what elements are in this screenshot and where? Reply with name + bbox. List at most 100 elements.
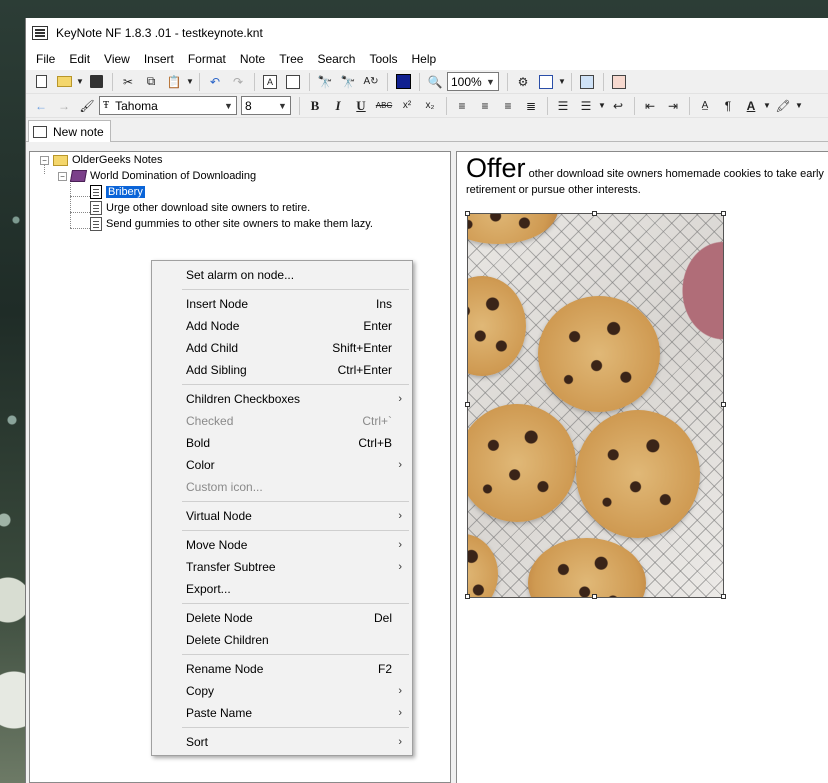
tab-new-note[interactable]: New note: [28, 120, 111, 142]
replace-icon[interactable]: A↻: [360, 72, 382, 92]
font-size-select[interactable]: 8 ▼: [241, 96, 291, 115]
menu-item-export[interactable]: Export...: [152, 578, 412, 600]
resize-handle[interactable]: [592, 211, 597, 216]
menu-item-add-node[interactable]: Add Node Enter: [152, 315, 412, 337]
menu-view[interactable]: View: [97, 52, 137, 66]
resize-handle[interactable]: [465, 594, 470, 599]
resize-handle[interactable]: [465, 402, 470, 407]
note-editor[interactable]: Offer other download site owners homemad…: [456, 151, 828, 783]
image-view-icon[interactable]: [576, 72, 598, 92]
menu-item-rename-node[interactable]: Rename Node F2: [152, 658, 412, 680]
bullets-icon[interactable]: ☰: [552, 96, 574, 116]
back-arrow-icon[interactable]: ←: [30, 96, 52, 116]
menu-edit[interactable]: Edit: [62, 52, 97, 66]
underline-button[interactable]: U: [350, 96, 372, 116]
image-edit-icon[interactable]: [608, 72, 630, 92]
color-box-icon[interactable]: [392, 72, 414, 92]
dropdown-arrow-icon[interactable]: ▼: [763, 96, 771, 116]
justify-icon[interactable]: ≣: [520, 96, 542, 116]
submenu-arrow-icon: ›: [398, 539, 402, 551]
tree-node-world-domination[interactable]: − World Domination of Downloading: [58, 168, 256, 184]
menu-item-children-checkboxes[interactable]: Children Checkboxes ›: [152, 388, 412, 410]
forward-arrow-icon[interactable]: →: [53, 96, 75, 116]
copy-icon[interactable]: ⧉: [140, 72, 162, 92]
menu-help[interactable]: Help: [405, 52, 444, 66]
style-icon[interactable]: A̲: [694, 96, 716, 116]
paragraph-icon[interactable]: ¶: [717, 96, 739, 116]
options-icon[interactable]: ⚙: [512, 72, 534, 92]
dropdown-arrow-icon[interactable]: ▼: [186, 72, 194, 92]
resize-handle[interactable]: [465, 211, 470, 216]
resize-handle[interactable]: [721, 402, 726, 407]
redo-icon[interactable]: ↷: [227, 72, 249, 92]
menu-item-paste-name[interactable]: Paste Name ›: [152, 702, 412, 724]
menu-item-virtual-node[interactable]: Virtual Node ›: [152, 505, 412, 527]
zoom-select[interactable]: 100% ▼: [447, 72, 499, 91]
note-layout-icon[interactable]: [535, 72, 557, 92]
style-brush-icon[interactable]: 🖌: [76, 96, 98, 116]
menu-search[interactable]: Search: [310, 52, 362, 66]
align-left-icon[interactable]: ≡: [451, 96, 473, 116]
tree-node-bribery[interactable]: Bribery: [90, 184, 145, 200]
menu-item-bold[interactable]: Bold Ctrl+B: [152, 432, 412, 454]
cookie: [468, 214, 558, 244]
bold-button[interactable]: B: [304, 96, 326, 116]
resize-handle[interactable]: [721, 594, 726, 599]
menu-item-copy[interactable]: Copy ›: [152, 680, 412, 702]
cookie-image[interactable]: [467, 213, 724, 598]
tree-node-root[interactable]: − OlderGeeks Notes: [40, 152, 162, 168]
dropdown-arrow-icon[interactable]: ▼: [76, 72, 84, 92]
tree-node-gummies[interactable]: Send gummies to other site owners to mak…: [90, 216, 373, 232]
separator-line: [182, 727, 409, 728]
menu-insert[interactable]: Insert: [137, 52, 181, 66]
menu-item-insert-node[interactable]: Insert Node Ins: [152, 293, 412, 315]
insert-picture-icon[interactable]: [282, 72, 304, 92]
save-icon[interactable]: [85, 72, 107, 92]
outdent-icon[interactable]: ⇤: [639, 96, 661, 116]
menu-item-set-alarm-on-node[interactable]: Set alarm on node...: [152, 264, 412, 286]
tree-node-urge[interactable]: Urge other download site owners to retir…: [90, 200, 310, 216]
find-icon[interactable]: 🔭: [314, 72, 336, 92]
menu-file[interactable]: File: [29, 52, 62, 66]
menu-item-delete-node[interactable]: Delete Node Del: [152, 607, 412, 629]
menu-tools[interactable]: Tools: [362, 52, 404, 66]
dropdown-arrow-icon[interactable]: ▼: [598, 96, 606, 116]
subscript-button[interactable]: x₂: [419, 96, 441, 116]
menu-item-add-child[interactable]: Add Child Shift+Enter: [152, 337, 412, 359]
menu-tree[interactable]: Tree: [272, 52, 310, 66]
undo-icon[interactable]: ↶: [204, 72, 226, 92]
cut-icon[interactable]: ✂: [117, 72, 139, 92]
menu-item-transfer-subtree[interactable]: Transfer Subtree ›: [152, 556, 412, 578]
insert-text-icon[interactable]: A: [259, 72, 281, 92]
resize-handle[interactable]: [721, 211, 726, 216]
note-text[interactable]: Offer other download site owners homemad…: [466, 155, 826, 198]
collapse-icon[interactable]: −: [58, 171, 67, 181]
font-color-icon[interactable]: A: [740, 96, 762, 116]
menu-format[interactable]: Format: [181, 52, 233, 66]
wrap-icon[interactable]: ↩: [607, 96, 629, 116]
menu-item-color[interactable]: Color ›: [152, 454, 412, 476]
resize-handle[interactable]: [592, 594, 597, 599]
menu-item-delete-children[interactable]: Delete Children: [152, 629, 412, 651]
dropdown-arrow-icon[interactable]: ▼: [795, 96, 803, 116]
open-folder-icon[interactable]: [53, 72, 75, 92]
font-name-select[interactable]: Ŧ Tahoma ▼: [99, 96, 237, 115]
superscript-button[interactable]: x²: [396, 96, 418, 116]
numbering-icon[interactable]: ☰: [575, 96, 597, 116]
menu-item-add-sibling[interactable]: Add Sibling Ctrl+Enter: [152, 359, 412, 381]
dropdown-arrow-icon[interactable]: ▼: [558, 72, 566, 92]
italic-button[interactable]: I: [327, 96, 349, 116]
align-center-icon[interactable]: ≡: [474, 96, 496, 116]
collapse-icon[interactable]: −: [40, 155, 49, 165]
strikethrough-button[interactable]: ABC: [373, 96, 395, 116]
menu-item-sort[interactable]: Sort ›: [152, 731, 412, 753]
menu-note[interactable]: Note: [233, 52, 272, 66]
align-right-icon[interactable]: ≡: [497, 96, 519, 116]
menu-item-move-node[interactable]: Move Node ›: [152, 534, 412, 556]
indent-icon[interactable]: ⇥: [662, 96, 684, 116]
find-next-icon[interactable]: 🔭: [337, 72, 359, 92]
zoom-icon[interactable]: 🔍: [424, 72, 446, 92]
paste-icon[interactable]: 📋: [163, 72, 185, 92]
new-file-icon[interactable]: [30, 72, 52, 92]
highlight-icon[interactable]: 🖍: [772, 96, 794, 116]
